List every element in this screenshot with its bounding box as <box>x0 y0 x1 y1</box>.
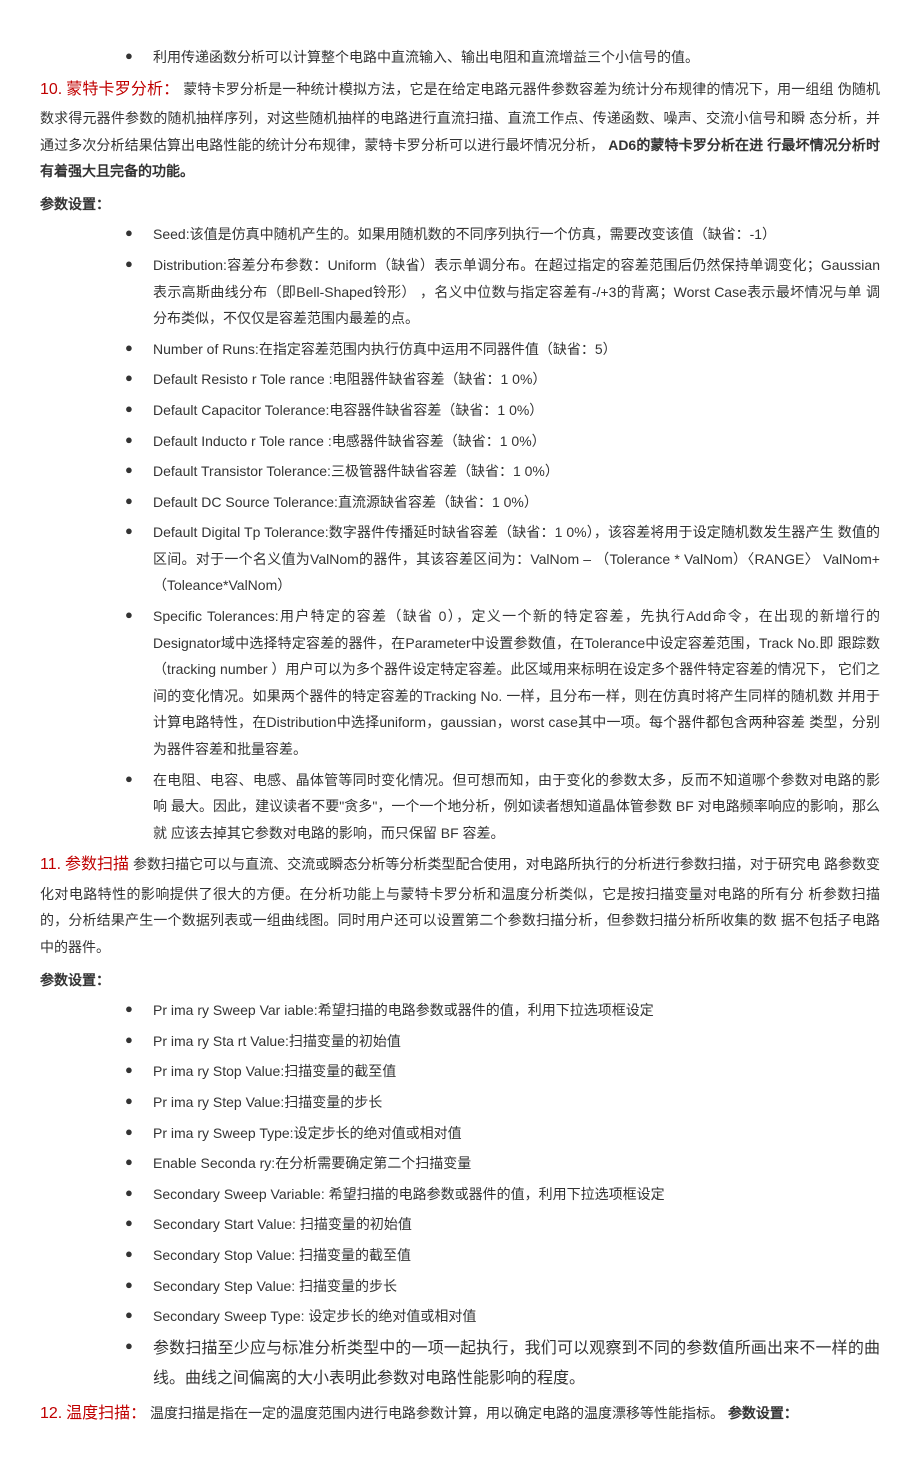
list-item: Pr ima ry Sweep Var iable:希望扫描的电路参数或器件的值… <box>125 997 880 1024</box>
list-item: Pr ima ry Step Value:扫描变量的步长 <box>125 1089 880 1116</box>
list-item: Default Inducto r Tole rance :电感器件缺省容差（缺… <box>125 428 880 455</box>
section-11-body: 参数扫描它可以与直流、交流或瞬态分析等分析类型配合使用，对电路所执行的分析进行参… <box>40 856 880 955</box>
section-12-title: 温度扫描： <box>66 1405 146 1422</box>
list-item: Enable Seconda ry:在分析需要确定第二个扫描变量 <box>125 1150 880 1177</box>
list-item: Secondary Start Value: 扫描变量的初始值 <box>125 1211 880 1238</box>
section-11-list: Pr ima ry Sweep Var iable:希望扫描的电路参数或器件的值… <box>40 997 880 1394</box>
section-10-num: 10. <box>40 81 62 98</box>
list-item: Default Transistor Tolerance:三极管器件缺省容差（缺… <box>125 458 880 485</box>
section-11-title: 参数扫描 <box>65 856 129 873</box>
section-10-list: Seed:该值是仿真中随机产生的。如果用随机数的不同序列执行一个仿真，需要改变该… <box>40 221 880 846</box>
section-12-body: 温度扫描是指在一定的温度范围内进行电路参数计算，用以确定电路的温度漂移等性能指标… <box>150 1405 724 1421</box>
list-item: Default Digital Tp Tolerance:数字器件传播延时缺省容… <box>125 519 880 599</box>
list-item: Pr ima ry Sta rt Value:扫描变量的初始值 <box>125 1028 880 1055</box>
list-item: Specific Tolerances:用户特定的容差（缺省 0），定义一个新的… <box>125 603 880 763</box>
list-item: Default Capacitor Tolerance:电容器件缺省容差（缺省：… <box>125 397 880 424</box>
list-item: Secondary Sweep Variable: 希望扫描的电路参数或器件的值… <box>125 1181 880 1208</box>
section-12-num: 12. <box>40 1405 62 1422</box>
list-item: Secondary Step Value: 扫描变量的步长 <box>125 1273 880 1300</box>
section-10-title: 蒙特卡罗分析： <box>66 81 179 98</box>
list-item: Pr ima ry Sweep Type:设定步长的绝对值或相对值 <box>125 1120 880 1147</box>
intro-list: 利用传递函数分析可以计算整个电路中直流输入、输出电阻和直流增益三个小信号的值。 <box>40 44 880 71</box>
list-item: Number of Runs:在指定容差范围内执行仿真中运用不同器件值（缺省：5… <box>125 336 880 363</box>
list-item: Seed:该值是仿真中随机产生的。如果用随机数的不同序列执行一个仿真，需要改变该… <box>125 221 880 248</box>
list-item: Secondary Sweep Type: 设定步长的绝对值或相对值 <box>125 1303 880 1330</box>
intro-bullet: 利用传递函数分析可以计算整个电路中直流输入、输出电阻和直流增益三个小信号的值。 <box>125 44 880 71</box>
list-item: 参数扫描至少应与标准分析类型中的一项一起执行，我们可以观察到不同的参数值所画出来… <box>125 1334 880 1395</box>
list-item: Default Resisto r Tole rance :电阻器件缺省容差（缺… <box>125 366 880 393</box>
list-item: Secondary Stop Value: 扫描变量的截至值 <box>125 1242 880 1269</box>
section-11-params-label: 参数设置： <box>40 967 880 994</box>
section-11: 11. 参数扫描 参数扫描它可以与直流、交流或瞬态分析等分析类型配合使用，对电路… <box>40 850 880 960</box>
list-item: Default DC Source Tolerance:直流源缺省容差（缺省：1… <box>125 489 880 516</box>
list-item: 在电阻、电容、电感、晶体管等同时变化情况。但可想而知，由于变化的参数太多，反而不… <box>125 767 880 847</box>
section-12-params-label: 参数设置： <box>728 1405 798 1421</box>
section-12: 12. 温度扫描： 温度扫描是指在一定的温度范围内进行电路参数计算，用以确定电路… <box>40 1399 880 1429</box>
section-10: 10. 蒙特卡罗分析： 蒙特卡罗分析是一种统计模拟方法，它是在给定电路元器件参数… <box>40 75 880 185</box>
section-10-params-label: 参数设置： <box>40 191 880 218</box>
section-11-num: 11. <box>40 856 61 873</box>
list-item: Distribution:容差分布参数：Uniform（缺省）表示单调分布。在超… <box>125 252 880 332</box>
list-item: Pr ima ry Stop Value:扫描变量的截至值 <box>125 1058 880 1085</box>
